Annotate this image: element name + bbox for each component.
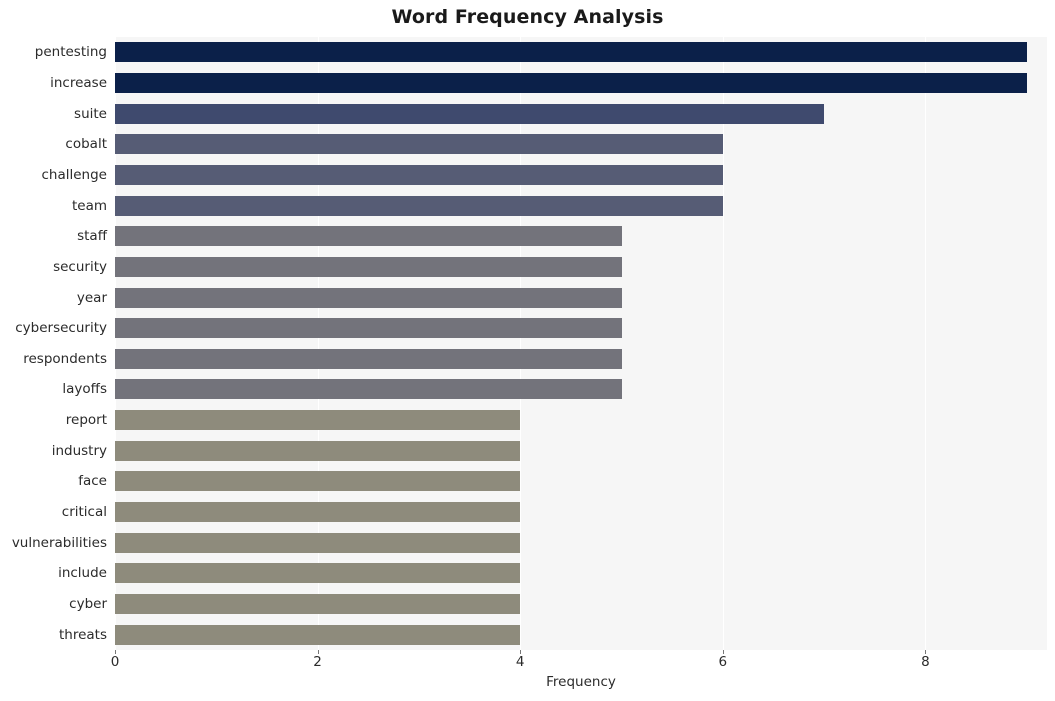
bar — [115, 256, 622, 277]
y-tick-label: industry — [51, 442, 107, 459]
x-tick-label: 0 — [110, 654, 120, 670]
x-tick-label: 6 — [718, 654, 728, 670]
y-tick-label: security — [53, 258, 107, 275]
chart-figure: Word Frequency Analysis pentesting increa… — [0, 0, 1055, 701]
y-tick-label: report — [65, 412, 107, 429]
x-tick-label: 8 — [921, 654, 930, 670]
bar — [115, 410, 521, 431]
bar — [115, 502, 521, 523]
bar — [115, 195, 723, 216]
bar — [115, 42, 1027, 63]
bar — [115, 164, 723, 185]
bar — [115, 532, 521, 553]
bar — [115, 563, 521, 584]
y-tick-label: cybersecurity — [15, 320, 107, 337]
y-tick-label: suite — [74, 105, 107, 122]
x-tick-label: 4 — [515, 654, 525, 670]
y-tick-label: respondents — [23, 350, 107, 367]
bar — [115, 134, 723, 155]
y-axis-tick-labels: pentesting increase suite cobalt challenge te… — [0, 37, 107, 650]
y-tick-label: threats — [58, 626, 107, 643]
bar — [115, 72, 1027, 93]
bar — [115, 471, 521, 492]
bar — [115, 440, 521, 461]
y-tick-label: cyber — [69, 596, 107, 613]
y-tick-label: team — [71, 197, 107, 214]
y-tick-label: critical — [61, 504, 107, 521]
plot-area — [115, 37, 1047, 650]
y-tick-label: pentesting — [34, 44, 107, 61]
y-tick-label: increase — [50, 74, 107, 91]
bars-layer — [115, 37, 1047, 650]
x-tick-label: 2 — [313, 654, 322, 670]
y-tick-label: layoffs — [62, 381, 107, 398]
bar — [115, 379, 622, 400]
chart-title: Word Frequency Analysis — [391, 6, 664, 28]
bar — [115, 103, 825, 124]
y-tick-label: face — [78, 473, 107, 490]
x-axis-tick-labels: 0 2 4 6 8 — [111, 650, 1047, 674]
bar — [115, 624, 521, 645]
bar — [115, 348, 622, 369]
bar — [115, 594, 521, 615]
y-tick-label: challenge — [41, 166, 108, 183]
bar — [115, 287, 622, 308]
bar — [115, 318, 622, 339]
y-tick-label: include — [58, 565, 107, 582]
y-tick-label: cobalt — [65, 136, 107, 153]
y-tick-label: year — [76, 289, 107, 306]
bar — [115, 226, 622, 247]
x-axis-title: Frequency — [546, 674, 616, 690]
y-tick-label: vulnerabilities — [11, 534, 107, 551]
y-tick-label: staff — [77, 228, 107, 245]
